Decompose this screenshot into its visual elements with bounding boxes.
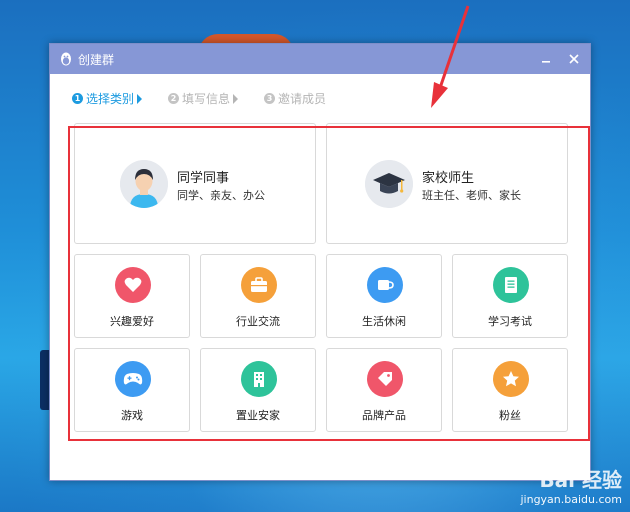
minimize-button[interactable] bbox=[532, 44, 560, 74]
step-number: 2 bbox=[168, 93, 180, 104]
create-group-window: 创建群 1 选择类别 2 填写信息 3 邀请成员 同学同事 同学、亲友、办公 家… bbox=[49, 43, 591, 481]
step-fill-info: 2 填写信息 bbox=[168, 90, 239, 107]
highlight-box bbox=[68, 126, 590, 441]
watermark-url: jingyan.baidu.com bbox=[520, 493, 622, 506]
wizard-steps: 1 选择类别 2 填写信息 3 邀请成员 bbox=[72, 90, 352, 107]
step-label: 选择类别 bbox=[86, 92, 135, 106]
watermark: Bai 经验 jingyan.baidu.com bbox=[520, 464, 622, 506]
step-label: 填写信息 bbox=[182, 92, 231, 106]
watermark-logo: Bai 经验 bbox=[539, 468, 622, 492]
close-icon bbox=[569, 54, 579, 64]
minimize-icon bbox=[542, 61, 550, 63]
step-invite-members: 3 邀请成员 bbox=[264, 90, 326, 107]
close-button[interactable] bbox=[560, 44, 588, 74]
step-arrow-icon bbox=[233, 93, 239, 104]
window-title: 创建群 bbox=[78, 52, 115, 67]
qq-penguin-icon bbox=[58, 51, 74, 67]
step-number: 1 bbox=[72, 93, 83, 104]
step-arrow-icon bbox=[137, 93, 143, 104]
step-select-category: 1 选择类别 bbox=[72, 90, 143, 107]
step-number: 3 bbox=[264, 93, 276, 104]
step-label: 邀请成员 bbox=[278, 92, 327, 106]
titlebar[interactable]: 创建群 bbox=[50, 44, 590, 74]
